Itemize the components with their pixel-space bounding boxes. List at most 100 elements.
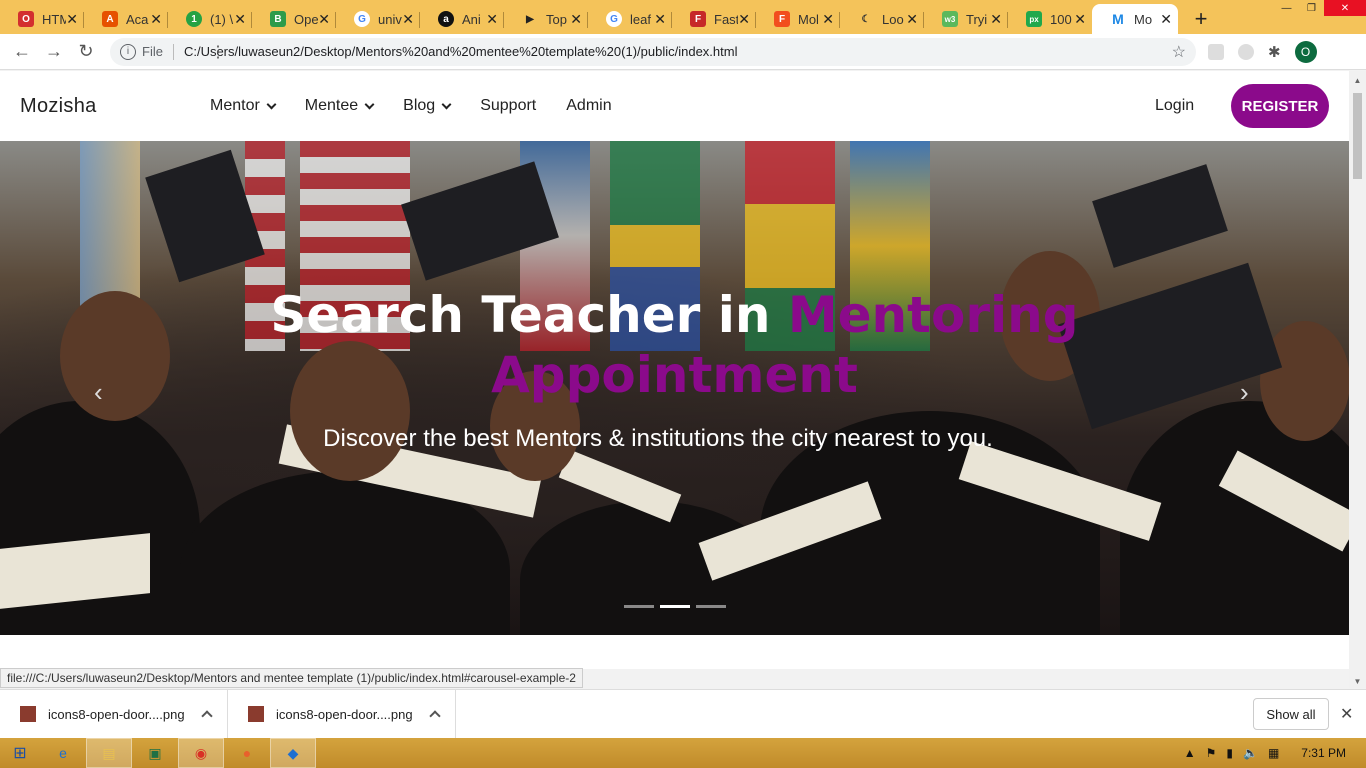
close-icon[interactable]: ✕	[570, 11, 582, 28]
tab-title: Aca	[126, 11, 149, 27]
browser-tab[interactable]: Gleaf ✕	[588, 4, 672, 34]
browser-tab[interactable]: 1 (1) \ ✕	[168, 4, 252, 34]
minimize-icon[interactable]: —	[1274, 0, 1299, 16]
browser-tab[interactable]: O HTM ✕	[0, 4, 84, 34]
close-icon[interactable]: ✕	[1340, 704, 1353, 724]
close-icon[interactable]: ✕	[318, 11, 330, 28]
extension-icon[interactable]	[1238, 43, 1254, 60]
close-icon[interactable]: ✕	[990, 11, 1002, 28]
internet-explorer-icon[interactable]: e	[40, 738, 86, 768]
nav-label: Mentee	[304, 97, 359, 114]
tab-favicon-icon: w3	[942, 11, 958, 27]
chevron-down-icon	[441, 99, 452, 109]
close-icon[interactable]: ✕	[150, 11, 162, 28]
tab-title: Fast	[714, 11, 739, 27]
login-link[interactable]: Login	[1155, 97, 1194, 115]
carousel-indicators	[624, 605, 726, 608]
close-icon[interactable]: ✕	[234, 11, 246, 28]
scroll-thumb[interactable]	[1353, 93, 1362, 179]
chevron-up-icon[interactable]	[428, 710, 441, 722]
browser-tab[interactable]: w3 Tryi ✕	[924, 4, 1008, 34]
volume-icon[interactable]: 🔈	[1243, 746, 1258, 760]
tab-title: leaf	[630, 11, 651, 27]
browser-tab[interactable]: B Ope ✕	[252, 4, 336, 34]
tab-favicon-icon: F	[774, 11, 790, 27]
close-icon[interactable]: ✕	[1160, 11, 1172, 28]
address-bar[interactable]: i File C:/Users/luwaseun2/Desktop/Mentor…	[110, 37, 1196, 66]
chevron-down-icon	[364, 99, 375, 109]
carousel-indicator[interactable]	[696, 605, 726, 608]
tab-title: Ope	[294, 11, 319, 27]
carousel-next-icon[interactable]: ›	[1240, 377, 1249, 408]
site-navbar: Mozisha Mentor Mentee Blog Support Admin…	[0, 71, 1349, 141]
show-hidden-icons-icon[interactable]: ▲	[1184, 746, 1196, 760]
site-brand[interactable]: Mozisha	[20, 95, 97, 118]
browser-tab[interactable]: a Ani ✕	[420, 4, 504, 34]
tab-favicon-icon: G	[606, 11, 622, 27]
browser-tab[interactable]: F Mol ✕	[756, 4, 840, 34]
download-item[interactable]: icons8-open-door....png	[0, 689, 228, 739]
reload-icon[interactable]: ↻	[70, 36, 102, 68]
nav-item-blog[interactable]: Blog	[403, 97, 452, 115]
excel-icon[interactable]: ▣	[132, 738, 178, 768]
kebab-menu-icon[interactable]: ⋮	[210, 42, 226, 62]
carousel-indicator-active[interactable]	[660, 605, 690, 608]
browser-tab-active[interactable]: M Mo ✕	[1092, 4, 1178, 34]
tab-title: Mo	[1134, 11, 1153, 27]
browser-tab[interactable]: ☾ Loo ✕	[840, 4, 924, 34]
info-icon[interactable]: i	[120, 43, 136, 60]
scroll-up-icon[interactable]: ▲	[1349, 73, 1366, 87]
bookmark-star-icon[interactable]: ☆	[1172, 42, 1186, 62]
file-explorer-icon[interactable]: ▤	[86, 738, 132, 768]
tab-strip: O HTM ✕ A Aca ✕ 1 (1) \ ✕ B Ope ✕ Guniv ✕ a Ani ✕ ▶…	[0, 0, 1366, 34]
browser-tab[interactable]: F Fast ✕	[672, 4, 756, 34]
register-button[interactable]: REGISTER	[1231, 84, 1329, 128]
tab-favicon-icon: px	[1026, 11, 1042, 27]
close-icon[interactable]: ✕	[906, 11, 918, 28]
close-icon[interactable]: ✕	[66, 11, 78, 28]
profile-avatar[interactable]: O	[1294, 40, 1317, 63]
back-icon[interactable]: ←	[6, 36, 38, 68]
show-all-button[interactable]: Show all	[1253, 698, 1329, 730]
download-filename: icons8-open-door....png	[48, 706, 185, 722]
tab-title: HTM	[42, 11, 67, 27]
new-tab-button[interactable]: +	[1186, 4, 1216, 34]
nav-item-support[interactable]: Support	[480, 97, 536, 115]
clock[interactable]: 7:31 PM	[1301, 746, 1346, 760]
extension-icon[interactable]	[1208, 43, 1224, 60]
vscode-icon[interactable]: ◆	[270, 738, 316, 768]
browser-tab[interactable]: Guniv ✕	[336, 4, 420, 34]
close-icon[interactable]: ✕	[1074, 11, 1086, 28]
url-text[interactable]: C:/Users/luwaseun2/Desktop/Mentors%20and…	[184, 44, 738, 59]
scroll-down-icon[interactable]: ▼	[1349, 674, 1366, 688]
puzzle-icon[interactable]: ✱	[1268, 43, 1281, 61]
close-icon[interactable]: ✕	[654, 11, 666, 28]
page-scrollbar[interactable]: ▲ ▼	[1349, 71, 1366, 688]
download-item[interactable]: icons8-open-door....png	[228, 689, 456, 739]
browser-tab[interactable]: ▶ Top ✕	[504, 4, 588, 34]
carousel-prev-icon[interactable]: ‹	[94, 377, 103, 408]
flag-icon[interactable]: ⚑	[1206, 746, 1217, 760]
window-close-icon[interactable]: ✕	[1324, 0, 1366, 16]
forward-icon[interactable]: →	[38, 36, 70, 68]
close-icon[interactable]: ✕	[738, 11, 750, 28]
firefox-icon[interactable]: ●	[224, 738, 270, 768]
close-icon[interactable]: ✕	[822, 11, 834, 28]
nav-item-admin[interactable]: Admin	[566, 97, 611, 115]
chrome-icon[interactable]: ◉	[178, 738, 224, 768]
hero-title-white: Search Teacher in	[270, 286, 788, 344]
chevron-up-icon[interactable]	[200, 710, 213, 722]
maximize-icon[interactable]: ❐	[1299, 0, 1324, 16]
tab-title: univ	[378, 11, 402, 27]
nav-item-mentor[interactable]: Mentor	[210, 97, 277, 115]
nav-item-mentee[interactable]: Mentee	[304, 97, 375, 115]
carousel-indicator[interactable]	[624, 605, 654, 608]
browser-tab[interactable]: A Aca ✕	[84, 4, 168, 34]
status-url: file:///C:/Users/luwaseun2/Desktop/Mento…	[0, 668, 583, 688]
network-icon[interactable]: ▦	[1268, 746, 1279, 760]
windows-start-icon[interactable]: ⊞	[0, 738, 40, 768]
browser-tab[interactable]: px 100 ✕	[1008, 4, 1092, 34]
power-icon[interactable]: ▮	[1226, 746, 1233, 760]
close-icon[interactable]: ✕	[402, 11, 414, 28]
close-icon[interactable]: ✕	[486, 11, 498, 28]
